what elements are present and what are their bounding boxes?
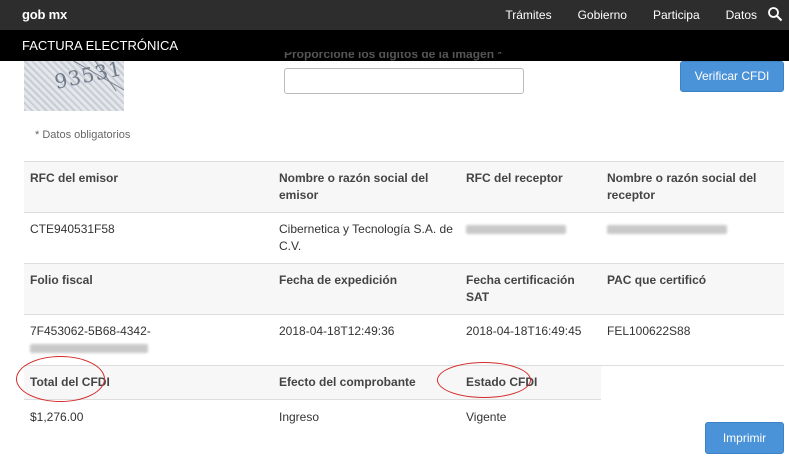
nav-links: Trámites Gobierno Participa Datos: [479, 8, 757, 22]
nav-link-tramites[interactable]: Trámites: [505, 8, 551, 22]
required-fields-note: * Datos obligatorios: [35, 129, 131, 141]
verificar-cfdi-button[interactable]: Verificar CFDI: [680, 61, 784, 92]
header-folio-fiscal: Folio fiscal: [24, 263, 273, 315]
efecto-value: Ingreso: [273, 399, 460, 442]
nav-link-participa[interactable]: Participa: [653, 8, 700, 22]
captcha-input[interactable]: [284, 68, 524, 94]
redacted-text: [30, 344, 148, 354]
captcha-label: Proporcione los dígitos de la imagen *: [284, 52, 524, 62]
table-row: CTE940531F58 Cibernetica y Tecnología S.…: [24, 212, 784, 264]
nombre-receptor-value-redacted: [601, 212, 784, 264]
estado-value: Vigente: [460, 399, 601, 442]
header-nombre-receptor: Nombre o razón social del receptor: [601, 161, 784, 213]
empty-cell: [601, 365, 784, 400]
table-header-row: RFC del emisor Nombre o razón social del…: [24, 161, 784, 213]
header-rfc-emisor: RFC del emisor: [24, 161, 273, 213]
pac-value: FEL100622S88: [601, 314, 784, 366]
fecha-certificacion-value: 2018-04-18T16:49:45: [460, 314, 601, 366]
header-pac: PAC que certificó: [601, 263, 784, 315]
header-fecha-certificacion: Fecha certificación SAT: [460, 263, 601, 315]
captcha-label-text: Proporcione los dígitos de la imagen *: [284, 52, 503, 61]
nav-link-datos[interactable]: Datos: [726, 8, 757, 22]
page-title: FACTURA ELECTRÓNICA: [22, 38, 179, 53]
table-row: $1,276.00 Ingreso Vigente: [24, 399, 784, 442]
annotation-circle-total: [16, 356, 105, 402]
nav-link-gobierno[interactable]: Gobierno: [578, 8, 627, 22]
top-navigation-bar: gob mx Trámites Gobierno Participa Datos: [0, 0, 789, 30]
search-icon[interactable]: [767, 6, 783, 22]
nombre-emisor-value: Cibernetica y Tecnología S.A. de C.V.: [273, 212, 460, 264]
annotation-circle-estado: [437, 362, 531, 398]
header-efecto: Efecto del comprobante: [273, 365, 460, 400]
rfc-emisor-value: CTE940531F58: [24, 212, 273, 264]
header-rfc-receptor: RFC del receptor: [460, 161, 601, 213]
fecha-expedicion-value: 2018-04-18T12:49:36: [273, 314, 460, 366]
captcha-image: 93531: [24, 61, 124, 111]
imprimir-button[interactable]: Imprimir: [705, 422, 784, 454]
header-nombre-emisor: Nombre o razón social del emisor: [273, 161, 460, 213]
folio-fiscal-text: 7F453062-5B68-4342-: [30, 324, 151, 338]
header-fecha-expedicion: Fecha de expedición: [273, 263, 460, 315]
table-header-row: Folio fiscal Fecha de expedición Fecha c…: [24, 263, 784, 315]
rfc-receptor-value-redacted: [460, 212, 601, 264]
redacted-text: [607, 225, 727, 235]
table-header-row: Total del CFDI Efecto del comprobante Es…: [24, 365, 784, 400]
gobmx-logo[interactable]: gob mx: [22, 7, 67, 22]
table-row: 7F453062-5B68-4342- 2018-04-18T12:49:36 …: [24, 314, 784, 366]
redacted-text: [466, 225, 566, 235]
invoice-details-table: RFC del emisor Nombre o razón social del…: [24, 161, 784, 442]
total-value: $1,276.00: [24, 399, 273, 442]
